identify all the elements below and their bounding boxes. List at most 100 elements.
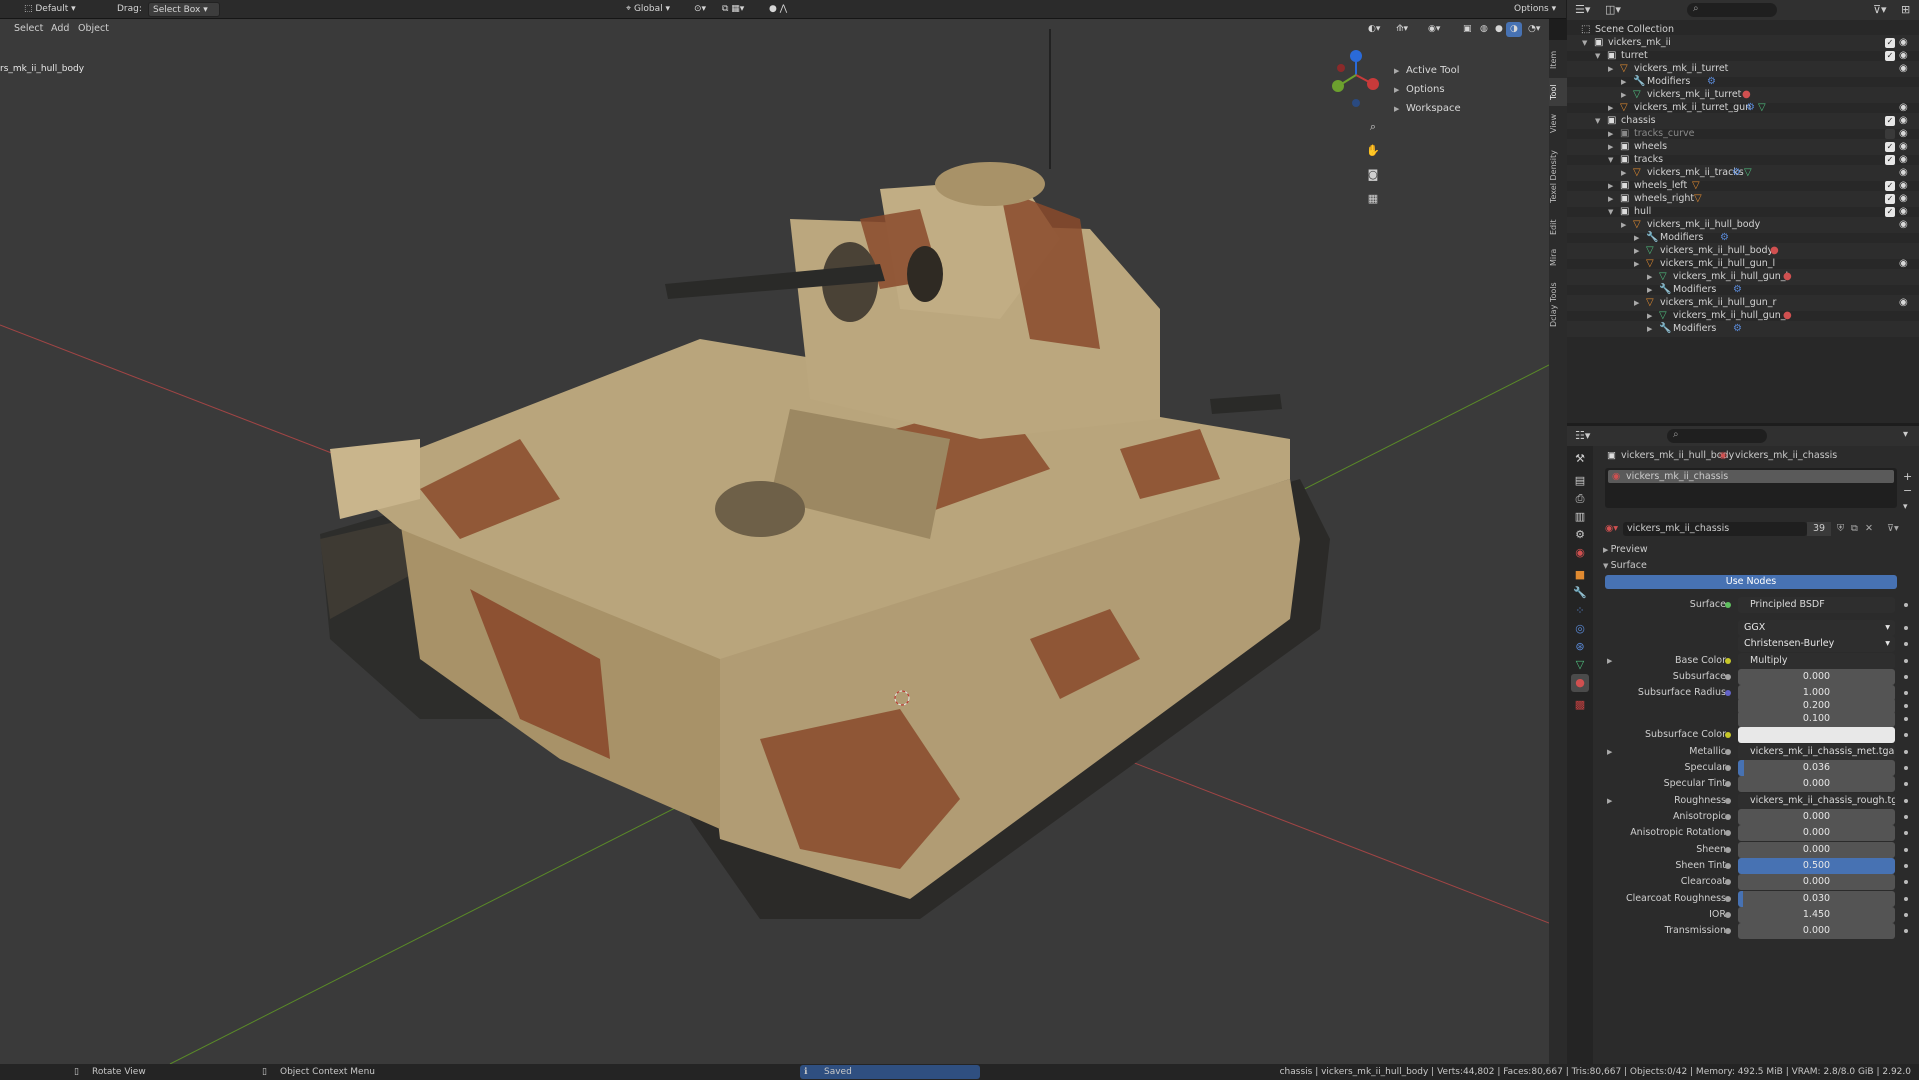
- close-icon[interactable]: ✕: [1865, 521, 1873, 537]
- linked-node-field[interactable]: vickers_mk_ii_chassis_met.tga: [1738, 744, 1895, 760]
- socket-icon[interactable]: [1725, 690, 1731, 696]
- fake-user-icon[interactable]: ⛨: [1837, 521, 1844, 537]
- color-swatch[interactable]: [1738, 727, 1895, 743]
- exclude-checkbox[interactable]: ✓: [1885, 207, 1895, 217]
- menu-object[interactable]: Object: [78, 22, 109, 36]
- view-layer-tab-icon[interactable]: ▥: [1571, 508, 1589, 526]
- value-slider[interactable]: 0.000: [1738, 842, 1895, 858]
- exclude-checkbox[interactable]: ✓: [1885, 38, 1895, 48]
- chevron-down-icon[interactable]: ▾: [1903, 429, 1908, 440]
- exclude-checkbox[interactable]: ✓: [1885, 181, 1895, 191]
- linked-data-icon[interactable]: ⚙: [1733, 321, 1742, 337]
- use-nodes-button[interactable]: Use Nodes: [1605, 575, 1897, 589]
- overlay-toggle-icon[interactable]: ◉▾: [1424, 22, 1444, 37]
- socket-icon[interactable]: [1725, 896, 1731, 902]
- value-slider[interactable]: 0.100: [1738, 711, 1895, 727]
- transform-orientation-dropdown[interactable]: ⌖ Global ▾: [622, 2, 684, 17]
- keyframe-dot-icon[interactable]: [1904, 659, 1908, 663]
- socket-icon[interactable]: [1725, 847, 1731, 853]
- world-tab-icon[interactable]: ◉: [1571, 544, 1589, 562]
- proportional-edit-icon[interactable]: ● ⋀: [765, 2, 791, 17]
- active-tool-panel[interactable]: ▶ Active Tool: [1394, 63, 1460, 79]
- exclude-checkbox[interactable]: ✓: [1885, 142, 1895, 152]
- tool-tab-icon[interactable]: ⚒: [1571, 450, 1589, 468]
- value-slider[interactable]: 0.030: [1738, 891, 1895, 907]
- socket-icon[interactable]: [1725, 814, 1731, 820]
- editor-type-icon[interactable]: ☰▾: [1575, 3, 1590, 16]
- viewport-canvas[interactable]: [0, 19, 1549, 1064]
- options-dropdown[interactable]: Options ▾: [1510, 2, 1560, 17]
- keyframe-dot-icon[interactable]: [1904, 848, 1908, 852]
- value-slider[interactable]: 0.036: [1738, 760, 1895, 776]
- gizmo-toggle-icon[interactable]: ⟰▾: [1392, 22, 1412, 37]
- socket-icon[interactable]: [1725, 765, 1731, 771]
- material-name-field[interactable]: vickers_mk_ii_chassis: [1623, 522, 1807, 536]
- socket-icon[interactable]: [1725, 798, 1731, 804]
- dropdown[interactable]: GGX ▾: [1738, 620, 1895, 636]
- socket-icon[interactable]: [1725, 674, 1731, 680]
- socket-icon[interactable]: [1725, 863, 1731, 869]
- new-collection-icon[interactable]: ⊞: [1901, 3, 1910, 16]
- outliner-search-input[interactable]: ⌕: [1687, 3, 1777, 17]
- material-slot[interactable]: ◉ vickers_mk_ii_chassis: [1608, 470, 1894, 483]
- outliner-row[interactable]: ▶ 🔧 Modifiers ⚙: [1567, 321, 1919, 337]
- mode-dropdown[interactable]: ⬚ Default ▾: [20, 2, 102, 17]
- keyframe-dot-icon[interactable]: [1904, 626, 1908, 630]
- camera-icon[interactable]: ◙: [1363, 165, 1383, 185]
- scene-tab-icon[interactable]: ⚙: [1571, 526, 1589, 544]
- pan-hand-icon[interactable]: ✋: [1363, 141, 1383, 161]
- output-tab-icon[interactable]: ⎙: [1571, 490, 1589, 508]
- shading-solid-icon[interactable]: ●: [1491, 22, 1507, 37]
- value-slider[interactable]: 0.500: [1738, 858, 1895, 874]
- socket-icon[interactable]: [1725, 658, 1731, 664]
- tab-view[interactable]: View: [1549, 110, 1567, 138]
- zoom-icon[interactable]: ⌕: [1363, 117, 1383, 137]
- drag-select-dropdown[interactable]: Select Box ▾: [148, 2, 220, 17]
- tab-mira[interactable]: Mira: [1549, 244, 1567, 270]
- material-users-count[interactable]: 39: [1807, 522, 1831, 536]
- render-tab-icon[interactable]: ▤: [1571, 472, 1589, 490]
- keyframe-dot-icon[interactable]: [1904, 750, 1908, 754]
- dropdown[interactable]: Christensen-Burley ▾: [1738, 636, 1895, 652]
- shading-material-icon[interactable]: ◑: [1506, 22, 1522, 37]
- exclude-checkbox[interactable]: ✓: [1885, 194, 1895, 204]
- keyframe-dot-icon[interactable]: [1904, 704, 1908, 708]
- object-tab-icon[interactable]: ■: [1571, 566, 1589, 584]
- socket-icon[interactable]: [1725, 749, 1731, 755]
- keyframe-dot-icon[interactable]: [1904, 929, 1908, 933]
- duplicate-icon[interactable]: ⧉: [1851, 521, 1858, 537]
- value-slider[interactable]: 0.000: [1738, 874, 1895, 890]
- ortho-grid-icon[interactable]: ▦: [1363, 189, 1383, 209]
- keyframe-dot-icon[interactable]: [1904, 675, 1908, 679]
- keyframe-dot-icon[interactable]: [1904, 880, 1908, 884]
- value-slider[interactable]: 1.450: [1738, 907, 1895, 923]
- tab-item[interactable]: Item: [1549, 46, 1567, 74]
- keyframe-dot-icon[interactable]: [1904, 864, 1908, 868]
- xray-icon[interactable]: ▣: [1459, 22, 1476, 37]
- options-panel[interactable]: ▶ Options: [1394, 82, 1445, 98]
- tab-dclay-tools[interactable]: Dclay Tools: [1549, 274, 1567, 336]
- socket-icon[interactable]: [1725, 912, 1731, 918]
- add-slot-icon[interactable]: +: [1903, 470, 1912, 483]
- value-slider[interactable]: 0.000: [1738, 776, 1895, 792]
- socket-icon[interactable]: [1725, 781, 1731, 787]
- properties-search-input[interactable]: ⌕: [1667, 429, 1767, 443]
- linked-node-field[interactable]: vickers_mk_ii_chassis_rough.tga: [1738, 793, 1895, 809]
- surface-panel[interactable]: ▼ Surface: [1603, 560, 1647, 571]
- shading-wireframe-icon[interactable]: ◍: [1476, 22, 1492, 37]
- socket-icon[interactable]: [1725, 602, 1731, 608]
- menu-add[interactable]: Add: [51, 22, 69, 36]
- expand-toggle-icon[interactable]: ▶: [1647, 321, 1652, 337]
- menu-select[interactable]: Select: [14, 22, 43, 36]
- keyframe-dot-icon[interactable]: [1904, 782, 1908, 786]
- keyframe-dot-icon[interactable]: [1904, 799, 1908, 803]
- value-slider[interactable]: 0.000: [1738, 809, 1895, 825]
- keyframe-dot-icon[interactable]: [1904, 831, 1908, 835]
- keyframe-dot-icon[interactable]: [1904, 766, 1908, 770]
- socket-icon[interactable]: [1725, 879, 1731, 885]
- save-report[interactable]: ℹSaved "vickers_medium_mk_ii.blend": [800, 1065, 980, 1079]
- socket-icon[interactable]: [1725, 830, 1731, 836]
- keyframe-dot-icon[interactable]: [1904, 691, 1908, 695]
- display-mode-icon[interactable]: ◫▾: [1605, 3, 1621, 16]
- filter-icon[interactable]: ⊽▾: [1887, 521, 1899, 537]
